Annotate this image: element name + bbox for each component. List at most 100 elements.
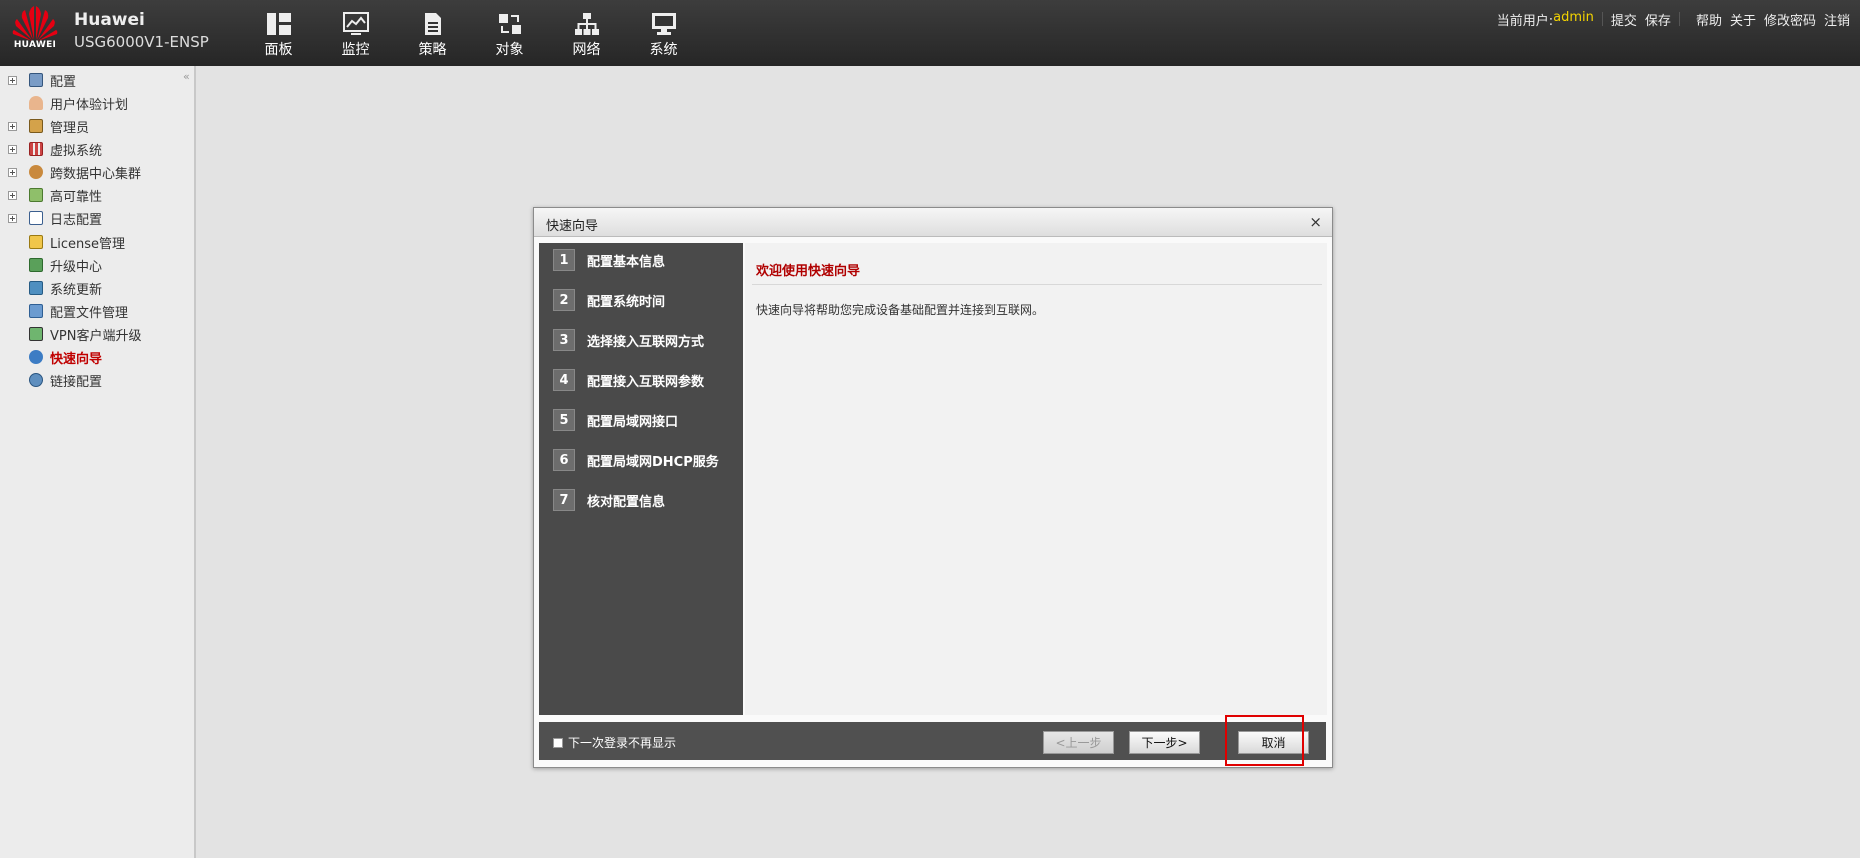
sidebar-item-config[interactable]: 配置 (0, 70, 76, 90)
wizard-step-7[interactable]: 7 核对配置信息 (553, 488, 665, 512)
nav-object-label: 对象 (495, 42, 524, 58)
upgrade-center-icon (29, 258, 43, 272)
wizard-step-6[interactable]: 6 配置局域网DHCP服务 (553, 448, 719, 472)
sidebar-item-vpn-client[interactable]: VPN客户端升级 (0, 324, 141, 344)
admin-icon (29, 119, 43, 133)
wizard-step-4[interactable]: 4 配置接入互联网参数 (553, 368, 704, 392)
system-update-icon (29, 281, 43, 295)
step-number: 3 (553, 329, 575, 351)
sidebar-item-upgrade-center[interactable]: 升级中心 (0, 255, 102, 275)
nav-policy[interactable]: 策略 (394, 12, 471, 59)
expand-icon[interactable] (8, 213, 17, 223)
close-icon[interactable]: × (1309, 213, 1322, 231)
step-number: 5 (553, 409, 575, 431)
sidebar-item-label: 配置 (50, 74, 77, 90)
sidebar-item-license[interactable]: License管理 (0, 232, 125, 252)
quick-wizard-dialog: 快速向导 × 1 配置基本信息 2 配置系统时间 3 选择接入互联网方式 4 配… (533, 207, 1333, 768)
top-header: HUAWEI Huawei USG6000V1-ENSP 面板 监控 策略 对象… (0, 0, 1860, 66)
logout-link[interactable]: 注销 (1824, 10, 1850, 29)
sidebar-item-label: 跨数据中心集群 (50, 166, 142, 182)
link-config-icon (29, 373, 43, 387)
help-link[interactable]: 帮助 (1696, 10, 1722, 29)
monitor-icon (342, 12, 369, 35)
sidebar-item-label: 高可靠性 (50, 189, 103, 205)
config-file-icon (29, 304, 43, 318)
step-number: 7 (553, 489, 575, 511)
expand-icon[interactable] (8, 75, 17, 85)
sidebar-item-user-experience[interactable]: 用户体验计划 (0, 93, 128, 113)
divider (1678, 12, 1680, 26)
nav-network[interactable]: 网络 (548, 12, 625, 59)
divider (1601, 12, 1603, 26)
nav-dashboard-label: 面板 (264, 42, 293, 58)
brand-name: Huawei (74, 10, 145, 30)
current-user-name: admin (1553, 10, 1594, 25)
sidebar-item-virtual-system[interactable]: 虚拟系统 (0, 139, 102, 159)
step-number: 2 (553, 289, 575, 311)
prev-button[interactable]: <上一步 (1043, 731, 1114, 754)
sidebar-item-high-availability[interactable]: 高可靠性 (0, 185, 102, 205)
step-label: 配置局域网DHCP服务 (587, 454, 719, 470)
license-icon (29, 235, 43, 249)
sidebar-item-label: 快速向导 (50, 351, 103, 367)
network-icon (574, 13, 599, 35)
dialog-footer: 下一次登录不再显示 <上一步 下一步> 取消 (539, 722, 1326, 760)
sidebar-item-admin[interactable]: 管理员 (0, 116, 89, 136)
wizard-heading: 欢迎使用快速向导 (756, 264, 861, 279)
nav-system-label: 系统 (649, 42, 678, 58)
logo-wordmark: HUAWEI (13, 40, 57, 50)
wizard-step-3[interactable]: 3 选择接入互联网方式 (553, 328, 704, 352)
checkbox-icon[interactable] (553, 737, 563, 748)
sidebar-item-label: 管理员 (50, 120, 90, 136)
virtual-system-icon (29, 142, 43, 156)
sidebar-item-label: 日志配置 (50, 212, 103, 228)
wizard-step-1[interactable]: 1 配置基本信息 (553, 248, 665, 272)
expand-icon[interactable] (8, 144, 17, 154)
nav-system[interactable]: 系统 (625, 12, 702, 59)
nav-dashboard[interactable]: 面板 (240, 12, 317, 59)
expand-icon[interactable] (8, 190, 17, 200)
wizard-step-2[interactable]: 2 配置系统时间 (553, 288, 665, 312)
sidebar-item-label: 系统更新 (50, 282, 103, 298)
quick-wizard-icon (29, 350, 43, 364)
collapse-sidebar-button[interactable]: « (183, 70, 190, 83)
sidebar-item-label: 虚拟系统 (50, 143, 103, 159)
cluster-icon (29, 165, 43, 179)
nav-network-label: 网络 (572, 42, 601, 58)
step-label: 配置接入互联网参数 (587, 374, 705, 390)
dialog-title-bar[interactable]: 快速向导 × (534, 208, 1332, 237)
config-icon (29, 73, 43, 87)
sidebar-item-cluster[interactable]: 跨数据中心集群 (0, 162, 141, 182)
nav-policy-label: 策略 (418, 42, 447, 58)
high-availability-icon (29, 188, 43, 202)
sidebar-item-link-config[interactable]: 链接配置 (0, 370, 102, 390)
about-link[interactable]: 关于 (1730, 10, 1756, 29)
object-icon (498, 14, 521, 34)
nav-monitor-label: 监控 (341, 42, 370, 58)
step-number: 6 (553, 449, 575, 471)
sidebar-item-label: 升级中心 (50, 259, 103, 275)
dont-show-again-checkbox[interactable]: 下一次登录不再显示 (553, 734, 676, 751)
main-nav: 面板 监控 策略 对象 网络 系统 (240, 12, 702, 59)
expand-icon[interactable] (8, 121, 17, 131)
change-password-link[interactable]: 修改密码 (1764, 10, 1816, 29)
header-toolbar: 当前用户: admin 提交 保存 帮助 关于 修改密码 注销 (1497, 10, 1850, 29)
sidebar-item-quick-wizard[interactable]: 快速向导 (0, 347, 102, 367)
next-button[interactable]: 下一步> (1129, 731, 1200, 754)
dont-show-again-label: 下一次登录不再显示 (568, 736, 677, 750)
step-label: 配置系统时间 (587, 294, 666, 310)
dashboard-icon (266, 13, 291, 35)
cancel-highlight-box (1225, 715, 1304, 766)
save-link[interactable]: 保存 (1645, 10, 1671, 29)
sidebar-item-system-update[interactable]: 系统更新 (0, 278, 102, 298)
sidebar-item-log-config[interactable]: 日志配置 (0, 208, 102, 228)
expand-icon[interactable] (8, 167, 17, 177)
sidebar: « 配置 用户体验计划 管理员 虚拟系统 跨数据中心集群 高可靠性 日志配置 L… (0, 66, 196, 858)
device-model: USG6000V1-ENSP (74, 33, 209, 51)
system-icon (651, 13, 676, 35)
nav-object[interactable]: 对象 (471, 12, 548, 59)
commit-link[interactable]: 提交 (1611, 10, 1637, 29)
wizard-step-5[interactable]: 5 配置局域网接口 (553, 408, 678, 432)
sidebar-item-config-file[interactable]: 配置文件管理 (0, 301, 128, 321)
nav-monitor[interactable]: 监控 (317, 12, 394, 59)
